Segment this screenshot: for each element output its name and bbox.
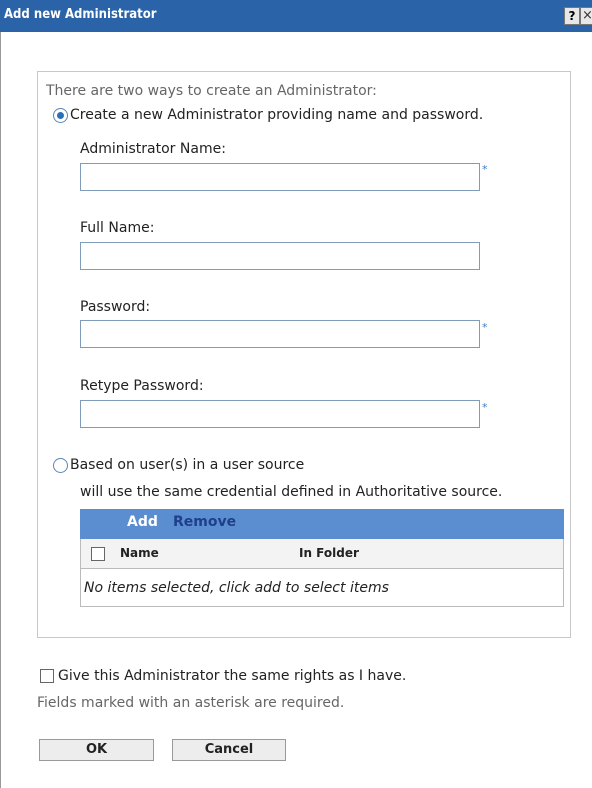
required-asterisk: * [482, 401, 488, 414]
required-note: Fields marked with an asterisk are requi… [37, 695, 345, 711]
retype-password-field[interactable] [80, 400, 480, 428]
dialog-title: Add new Administrator [4, 7, 157, 22]
empty-table-message: No items selected, click add to select i… [84, 580, 389, 596]
password-field[interactable] [80, 320, 480, 348]
ok-button[interactable]: OK [39, 739, 154, 761]
close-icon[interactable]: × [580, 7, 592, 25]
option-source-label: Based on user(s) in a user source [70, 457, 305, 473]
option-create-label: Create a new Administrator providing nam… [70, 107, 484, 123]
radio-create-new[interactable] [53, 108, 68, 123]
window-border [0, 32, 1, 788]
remove-button[interactable]: Remove [173, 514, 236, 530]
select-all-checkbox[interactable] [91, 547, 105, 561]
add-button[interactable]: Add [127, 514, 158, 530]
help-icon[interactable]: ? [564, 7, 580, 25]
full-name-field[interactable] [80, 242, 480, 270]
required-asterisk: * [482, 163, 488, 176]
column-name[interactable]: Name [120, 546, 159, 560]
radio-user-source[interactable] [53, 458, 68, 473]
required-asterisk: * [482, 321, 488, 334]
cancel-button[interactable]: Cancel [172, 739, 286, 761]
retype-password-label: Retype Password: [80, 378, 204, 394]
column-in-folder[interactable]: In Folder [299, 546, 359, 560]
admin-name-field[interactable] [80, 163, 480, 191]
intro-text: There are two ways to create an Administ… [46, 83, 377, 99]
same-rights-label: Give this Administrator the same rights … [58, 668, 407, 684]
password-label: Password: [80, 299, 151, 315]
admin-name-label: Administrator Name: [80, 141, 226, 157]
option-source-note: will use the same credential defined in … [80, 484, 503, 500]
same-rights-checkbox[interactable] [40, 669, 54, 683]
full-name-label: Full Name: [80, 220, 155, 236]
